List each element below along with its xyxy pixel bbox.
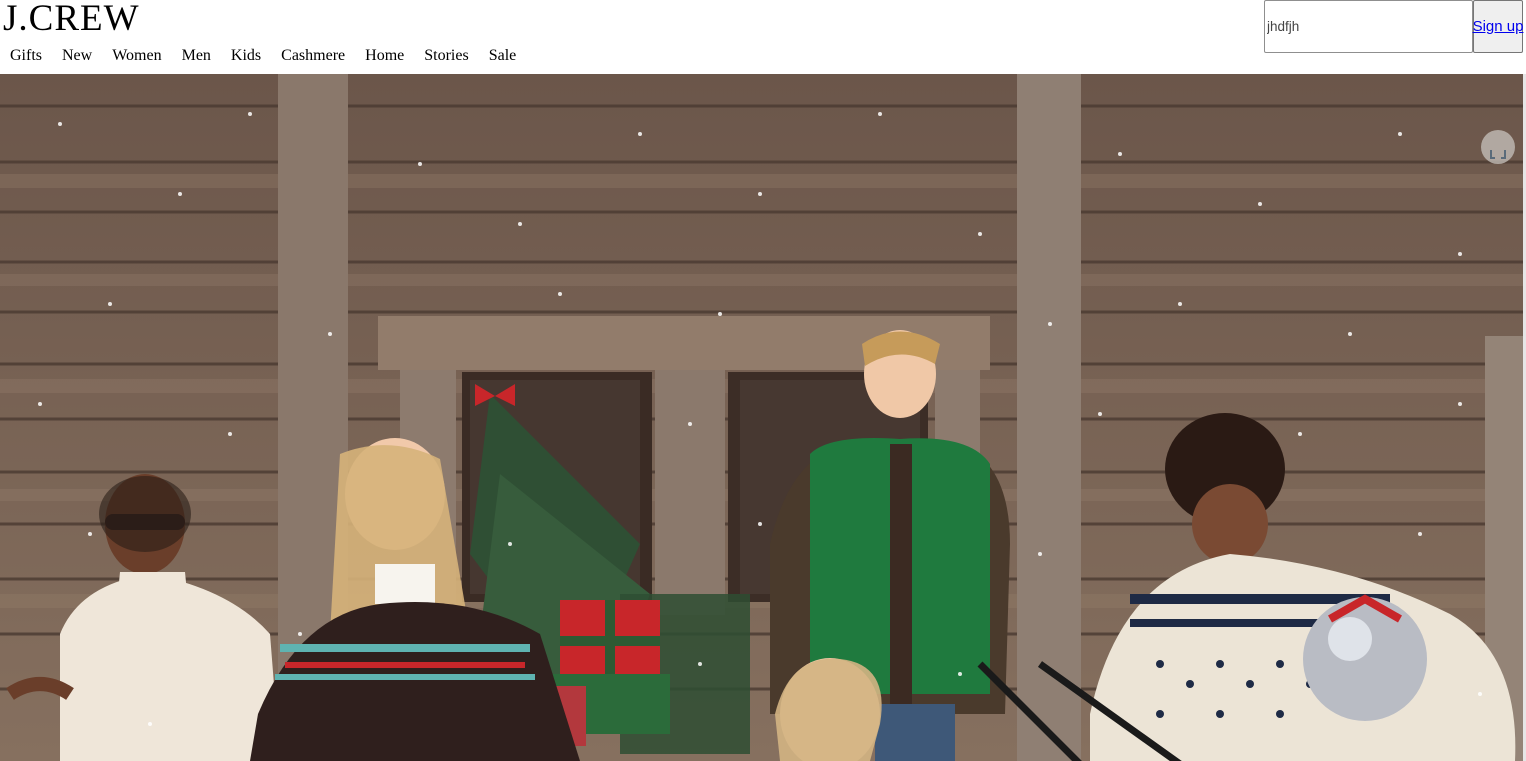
nav-item-home[interactable]: Home [365,46,404,66]
expand-button[interactable] [1481,130,1515,164]
main-nav: Gifts New Women Men Kids Cashmere Home S… [10,46,536,66]
expand-icon [1490,150,1506,159]
hero-image [0,74,1523,761]
nav-item-sale[interactable]: Sale [489,46,517,66]
site-header: J.CREW Gifts New Women Men Kids Cashmere… [0,0,1526,74]
brand-logo[interactable]: J.CREW [3,0,140,43]
nav-item-new[interactable]: New [62,46,92,66]
nav-item-cashmere[interactable]: Cashmere [281,46,345,66]
nav-item-gifts[interactable]: Gifts [10,46,42,66]
hero-banner[interactable] [0,74,1523,761]
nav-item-kids[interactable]: Kids [231,46,261,66]
nav-item-women[interactable]: Women [112,46,161,66]
signup-button[interactable]: Sign up [1473,0,1523,53]
nav-item-men[interactable]: Men [182,46,211,66]
nav-item-stories[interactable]: Stories [424,46,468,66]
search-input[interactable] [1264,0,1473,53]
